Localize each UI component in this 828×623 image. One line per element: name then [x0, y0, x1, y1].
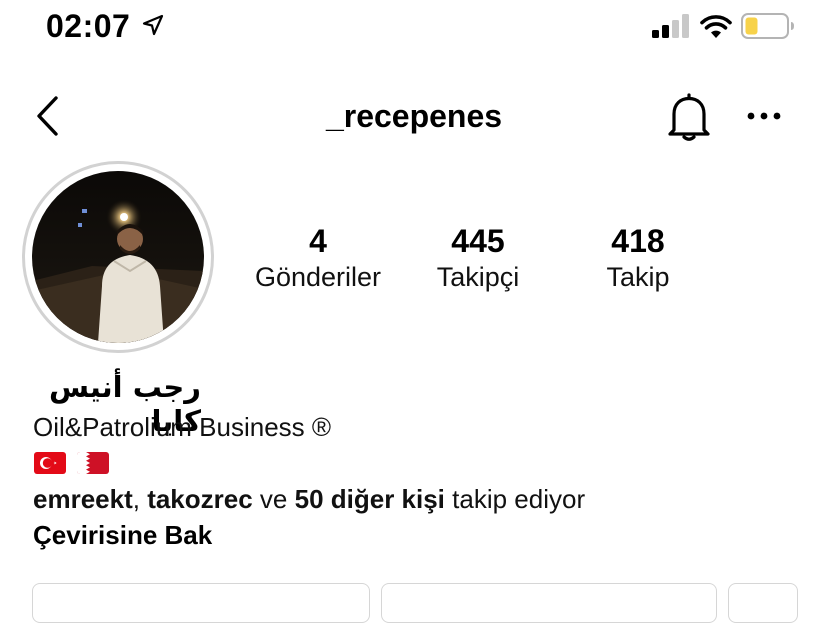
following-label: Takip: [606, 262, 670, 292]
stat-following[interactable]: 418 Takip: [558, 222, 718, 294]
following-count: 418: [611, 223, 665, 259]
see-translation-link[interactable]: Çevirisine Bak: [33, 520, 212, 551]
location-arrow-icon: [142, 14, 164, 36]
followers-label: Takipçi: [436, 262, 520, 292]
notification-bell-icon[interactable]: [666, 92, 712, 142]
status-bar: 02:07: [0, 0, 828, 54]
message-button[interactable]: [381, 583, 717, 623]
status-time: 02:07: [46, 8, 131, 44]
turkey-flag-icon: [34, 452, 66, 474]
follower-user-1[interactable]: emreekt: [33, 484, 133, 514]
profile-photo: [32, 171, 204, 343]
profile-avatar[interactable]: [32, 171, 204, 343]
follower-user-2[interactable]: takozrec: [147, 484, 253, 514]
more-options-icon[interactable]: [746, 108, 782, 124]
posts-count: 4: [309, 223, 327, 259]
cellular-signal-icon: [652, 14, 689, 38]
followed-suffix: takip ediyor: [444, 484, 586, 514]
followed-by-text[interactable]: emreekt, takozrec ve 50 diğer kişi takip…: [33, 484, 585, 515]
bio-flags: [34, 452, 116, 476]
profile-bio: Oil&Patrolium Business ®: [33, 412, 332, 442]
follow-button[interactable]: [32, 583, 370, 623]
followed-separator: ,: [132, 484, 148, 514]
followed-others-count[interactable]: 50 diğer kişi: [295, 484, 445, 514]
posts-label: Gönderiler: [254, 262, 382, 292]
stat-followers[interactable]: 445 Takipçi: [398, 222, 558, 294]
suggested-button[interactable]: [728, 583, 798, 623]
bahrain-flag-icon: [77, 452, 110, 474]
followed-conjunction: ve: [252, 484, 295, 514]
wifi-icon: [700, 15, 732, 38]
stat-posts[interactable]: 4 Gönderiler: [238, 222, 398, 294]
profile-header: _recepenes: [0, 88, 828, 148]
battery-icon: [741, 13, 794, 39]
followers-count: 445: [451, 223, 505, 259]
